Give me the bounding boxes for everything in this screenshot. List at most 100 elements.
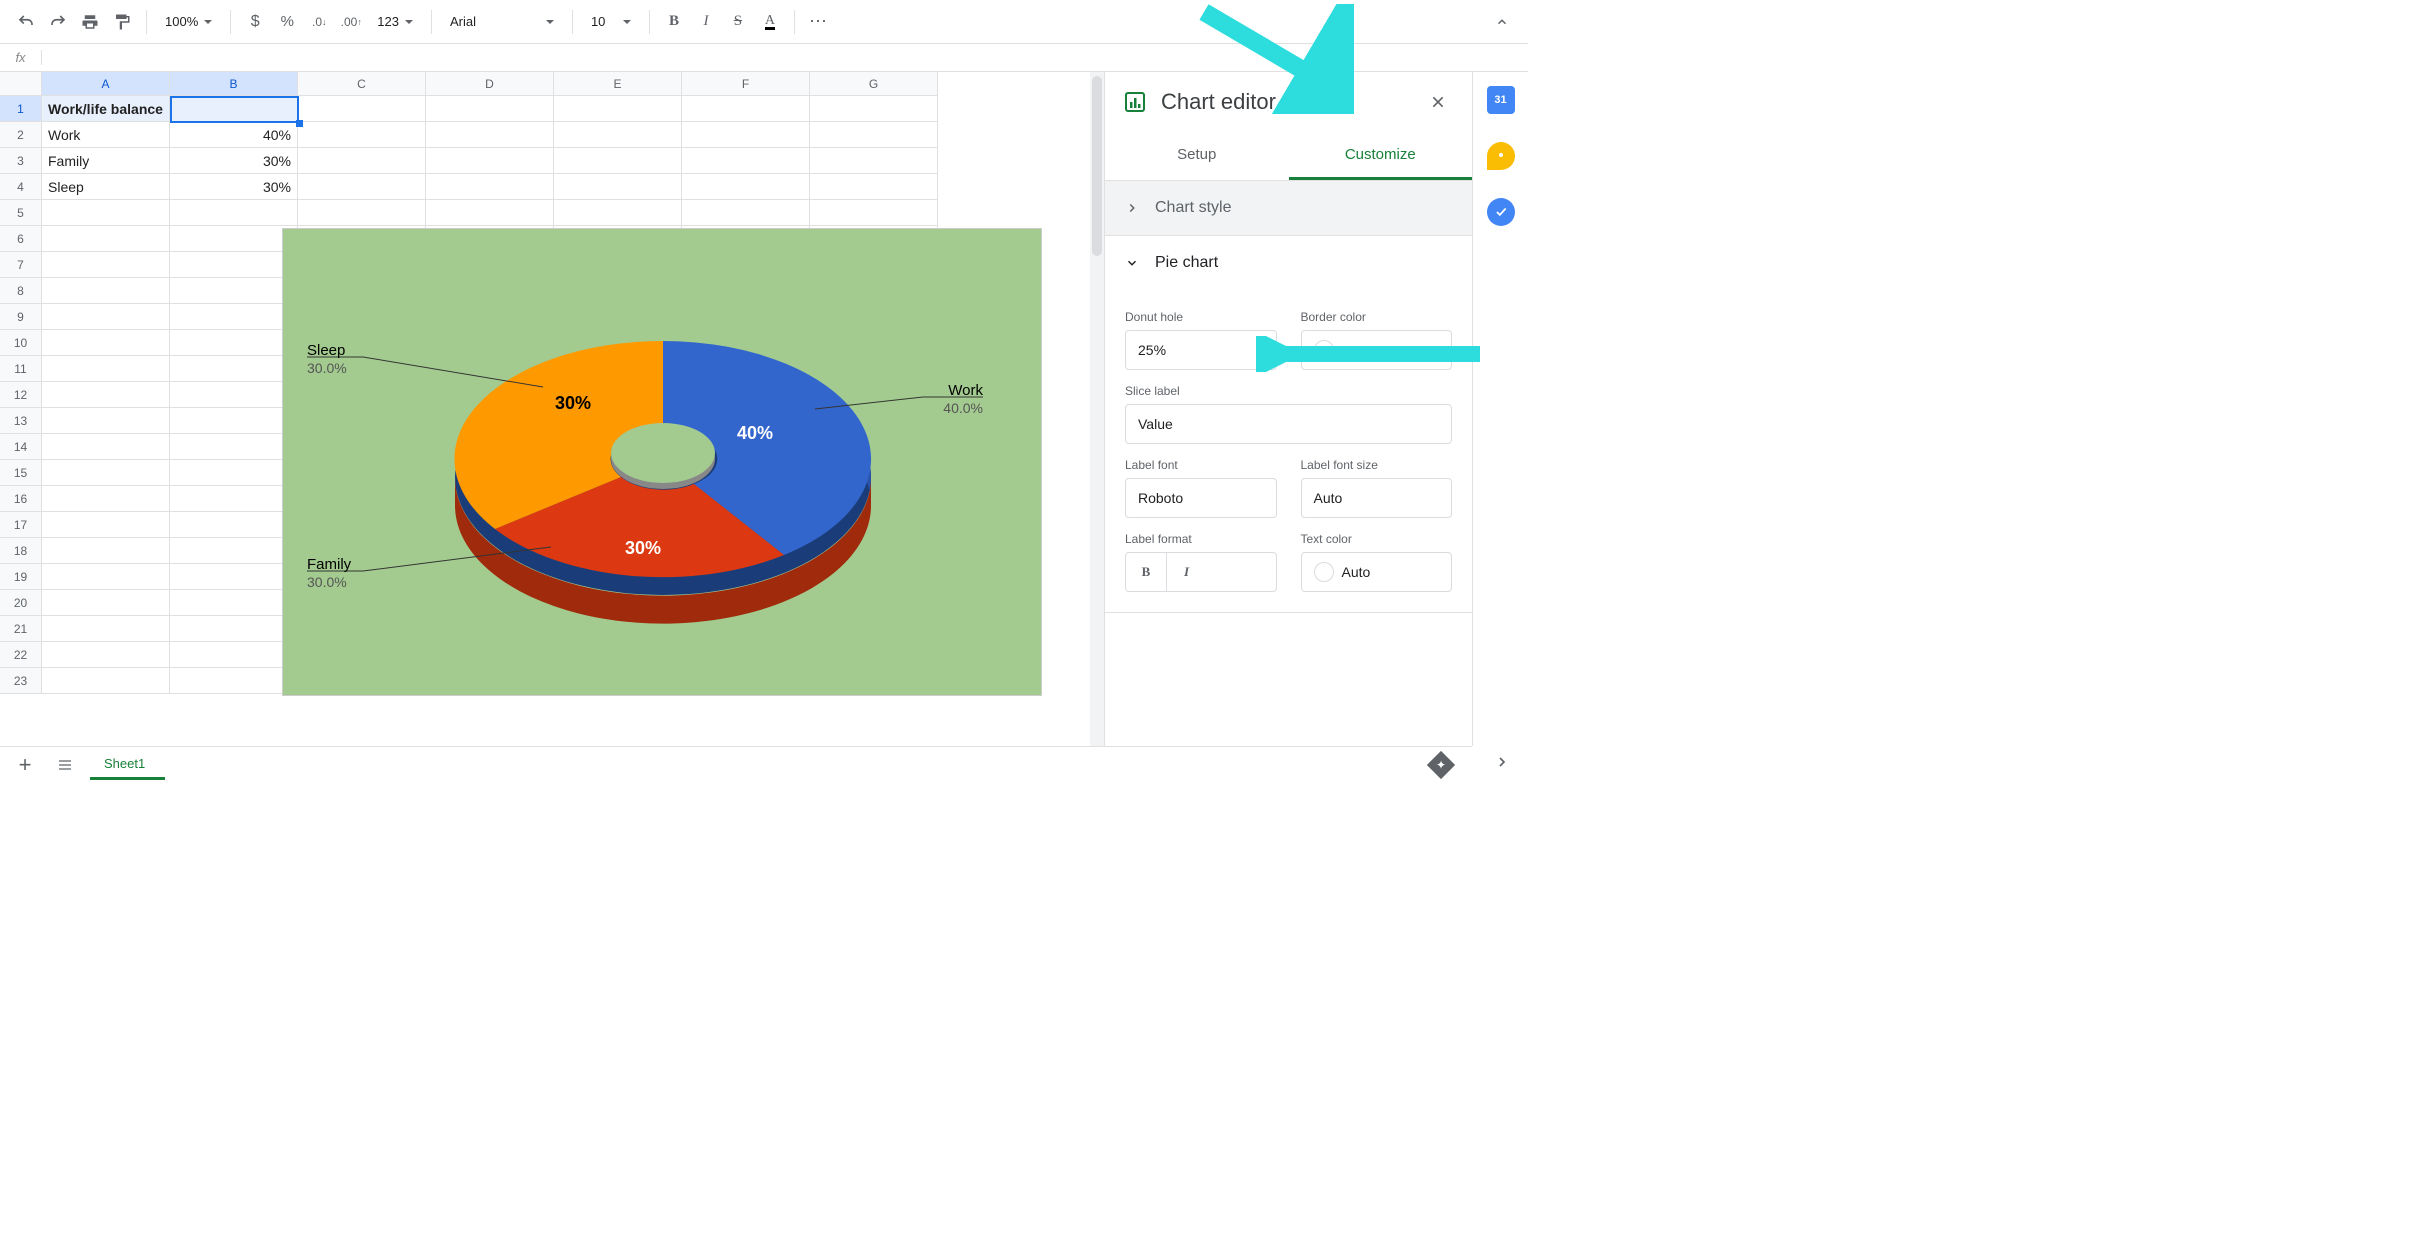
cell-F3[interactable]: [682, 148, 810, 174]
label-font-size-select[interactable]: Auto: [1301, 478, 1453, 518]
currency-button[interactable]: $: [241, 8, 269, 36]
cell-B5[interactable]: [170, 200, 298, 226]
cell-D4[interactable]: [426, 174, 554, 200]
cell-C4[interactable]: [298, 174, 426, 200]
cell-B7[interactable]: [170, 252, 298, 278]
cell-A13[interactable]: [42, 408, 170, 434]
cell-A17[interactable]: [42, 512, 170, 538]
cell-B16[interactable]: [170, 486, 298, 512]
cell-B12[interactable]: [170, 382, 298, 408]
cell-C1[interactable]: [298, 96, 426, 122]
tab-customize[interactable]: Customize: [1289, 132, 1473, 180]
row-header-16[interactable]: 16: [0, 486, 42, 512]
strikethrough-button[interactable]: S: [724, 8, 752, 36]
row-header-13[interactable]: 13: [0, 408, 42, 434]
row-header-9[interactable]: 9: [0, 304, 42, 330]
cell-G3[interactable]: [810, 148, 938, 174]
row-header-18[interactable]: 18: [0, 538, 42, 564]
section-pie-chart[interactable]: Pie chart: [1105, 236, 1472, 290]
row-header-15[interactable]: 15: [0, 460, 42, 486]
row-header-7[interactable]: 7: [0, 252, 42, 278]
cell-B13[interactable]: [170, 408, 298, 434]
row-header-19[interactable]: 19: [0, 564, 42, 590]
cell-E2[interactable]: [554, 122, 682, 148]
col-header-D[interactable]: D: [426, 72, 554, 96]
cell-E3[interactable]: [554, 148, 682, 174]
cell-A14[interactable]: [42, 434, 170, 460]
print-button[interactable]: [76, 8, 104, 36]
percent-button[interactable]: %: [273, 8, 301, 36]
bold-button[interactable]: B: [660, 8, 688, 36]
corner-select-all[interactable]: [0, 72, 42, 96]
cell-A23[interactable]: [42, 668, 170, 694]
col-header-C[interactable]: C: [298, 72, 426, 96]
cell-B14[interactable]: [170, 434, 298, 460]
italic-button[interactable]: I: [692, 8, 720, 36]
cell-A5[interactable]: [42, 200, 170, 226]
cell-C5[interactable]: [298, 200, 426, 226]
explore-button[interactable]: ✦: [1426, 750, 1456, 780]
cell-B17[interactable]: [170, 512, 298, 538]
cell-A19[interactable]: [42, 564, 170, 590]
col-header-F[interactable]: F: [682, 72, 810, 96]
redo-button[interactable]: [44, 8, 72, 36]
cell-A6[interactable]: [42, 226, 170, 252]
row-header-20[interactable]: 20: [0, 590, 42, 616]
undo-button[interactable]: [12, 8, 40, 36]
row-header-23[interactable]: 23: [0, 668, 42, 694]
sheet-tab[interactable]: Sheet1: [90, 750, 165, 780]
row-header-11[interactable]: 11: [0, 356, 42, 382]
section-chart-style[interactable]: Chart style: [1105, 181, 1472, 235]
formula-input[interactable]: [42, 44, 1528, 71]
decrease-decimal-button[interactable]: .0↓: [305, 8, 333, 36]
row-header-5[interactable]: 5: [0, 200, 42, 226]
increase-decimal-button[interactable]: .00↑: [337, 8, 365, 36]
row-header-14[interactable]: 14: [0, 434, 42, 460]
cell-B20[interactable]: [170, 590, 298, 616]
fill-handle[interactable]: [296, 120, 303, 127]
label-italic-button[interactable]: I: [1166, 553, 1206, 591]
cell-B6[interactable]: [170, 226, 298, 252]
row-header-2[interactable]: 2: [0, 122, 42, 148]
cell-A16[interactable]: [42, 486, 170, 512]
chart-embed[interactable]: 40% 30% 30% Work 40.0% Family 30.0% Slee…: [282, 228, 1042, 696]
cell-B21[interactable]: [170, 616, 298, 642]
add-sheet-button[interactable]: +: [10, 750, 40, 780]
cell-A12[interactable]: [42, 382, 170, 408]
row-header-4[interactable]: 4: [0, 174, 42, 200]
col-header-E[interactable]: E: [554, 72, 682, 96]
cell-A4[interactable]: Sleep: [42, 174, 170, 200]
cell-B22[interactable]: [170, 642, 298, 668]
collapse-toolbar-button[interactable]: [1488, 8, 1516, 36]
cell-A7[interactable]: [42, 252, 170, 278]
cell-A8[interactable]: [42, 278, 170, 304]
all-sheets-button[interactable]: [50, 750, 80, 780]
cell-B18[interactable]: [170, 538, 298, 564]
collapse-rail-button[interactable]: [1494, 754, 1510, 770]
slice-label-select[interactable]: Value: [1125, 404, 1452, 444]
more-toolbar-button[interactable]: ⋯: [805, 8, 833, 36]
cell-A20[interactable]: [42, 590, 170, 616]
cell-B19[interactable]: [170, 564, 298, 590]
tasks-icon[interactable]: [1487, 198, 1515, 226]
cell-G2[interactable]: [810, 122, 938, 148]
row-header-21[interactable]: 21: [0, 616, 42, 642]
cell-F4[interactable]: [682, 174, 810, 200]
cell-F2[interactable]: [682, 122, 810, 148]
sheet-area[interactable]: ABCDEFG1Work/life balance2Work40%3Family…: [0, 72, 1104, 746]
text-color-button[interactable]: A: [756, 8, 784, 36]
cell-B9[interactable]: [170, 304, 298, 330]
text-color-select[interactable]: Auto: [1301, 552, 1453, 592]
cell-G1[interactable]: [810, 96, 938, 122]
cell-B23[interactable]: [170, 668, 298, 694]
label-font-select[interactable]: Roboto: [1125, 478, 1277, 518]
cell-A3[interactable]: Family: [42, 148, 170, 174]
cell-F5[interactable]: [682, 200, 810, 226]
cell-B15[interactable]: [170, 460, 298, 486]
calendar-icon[interactable]: 31: [1487, 86, 1515, 114]
donut-hole-select[interactable]: 25%: [1125, 330, 1277, 370]
cell-C2[interactable]: [298, 122, 426, 148]
cell-A15[interactable]: [42, 460, 170, 486]
cell-E1[interactable]: [554, 96, 682, 122]
cell-A18[interactable]: [42, 538, 170, 564]
